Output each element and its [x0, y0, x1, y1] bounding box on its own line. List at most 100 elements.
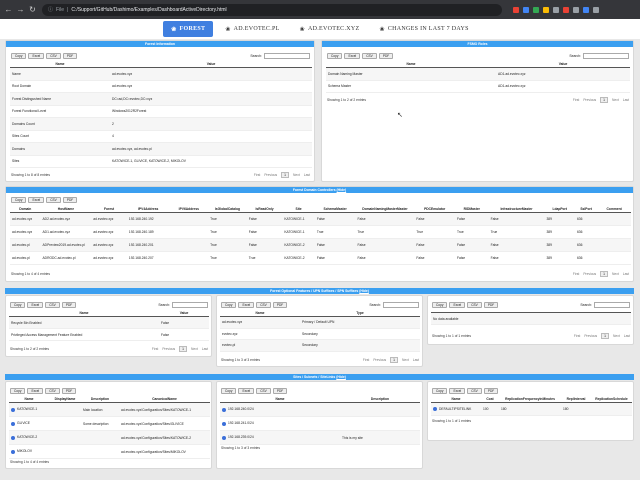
- copy-button[interactable]: Copy: [11, 197, 27, 203]
- csv-button[interactable]: CSV: [46, 197, 61, 203]
- next-page-button[interactable]: Next: [612, 98, 619, 102]
- excel-button[interactable]: Excel: [449, 388, 466, 394]
- csv-button[interactable]: CSV: [45, 388, 60, 394]
- excel-button[interactable]: Excel: [28, 197, 45, 203]
- tab-changes[interactable]: ❀ CHANGES IN LAST 7 DAYS: [372, 21, 477, 37]
- extension-icon[interactable]: [543, 6, 549, 13]
- address-bar[interactable]: ⓘ File | C:/Support/GitHub/Dashimo/Examp…: [42, 3, 502, 16]
- last-page-button[interactable]: Last: [623, 272, 629, 276]
- search-input[interactable]: [383, 302, 419, 308]
- first-page-button[interactable]: First: [573, 272, 579, 276]
- copy-button[interactable]: Copy: [10, 302, 26, 308]
- copy-button[interactable]: Copy: [327, 53, 343, 59]
- pdf-button[interactable]: PDF: [378, 53, 394, 59]
- copy-button[interactable]: Copy: [10, 388, 26, 394]
- copy-button[interactable]: Copy: [432, 302, 448, 308]
- forward-icon[interactable]: →: [16, 0, 25, 19]
- copy-button[interactable]: Copy: [11, 53, 27, 59]
- next-page-button[interactable]: Next: [191, 347, 198, 351]
- reload-icon[interactable]: ↻: [28, 0, 37, 19]
- excel-button[interactable]: Excel: [238, 388, 255, 394]
- excel-button[interactable]: Excel: [238, 302, 255, 308]
- expand-row-icon[interactable]: [11, 435, 15, 440]
- first-page-button[interactable]: First: [363, 358, 369, 362]
- menu-icon[interactable]: [593, 6, 599, 13]
- last-page-button[interactable]: Last: [413, 358, 419, 362]
- pdf-button[interactable]: PDF: [62, 53, 78, 59]
- back-icon[interactable]: ←: [4, 0, 13, 19]
- copy-button[interactable]: Copy: [221, 302, 237, 308]
- tab-ad-evotec-xyz[interactable]: ❀ AD.EVOTEC.XYZ: [292, 21, 368, 37]
- page-1-button[interactable]: 1: [390, 357, 398, 363]
- csv-button[interactable]: CSV: [467, 388, 482, 394]
- page-1-button[interactable]: 1: [281, 172, 289, 178]
- expand-row-icon[interactable]: [222, 421, 226, 426]
- next-page-button[interactable]: Next: [293, 173, 300, 177]
- extension-icon[interactable]: [513, 6, 519, 13]
- last-page-button[interactable]: Last: [202, 347, 208, 351]
- csv-button[interactable]: CSV: [256, 302, 271, 308]
- previous-page-button[interactable]: Previous: [264, 173, 277, 177]
- first-page-button[interactable]: First: [152, 347, 158, 351]
- extension-icon[interactable]: [563, 6, 569, 13]
- next-page-button[interactable]: Next: [402, 358, 409, 362]
- copy-button[interactable]: Copy: [221, 388, 237, 394]
- next-page-button[interactable]: Next: [612, 272, 619, 276]
- last-page-button[interactable]: Last: [304, 173, 310, 177]
- hide-link[interactable]: (Hide): [336, 375, 346, 379]
- search-input[interactable]: [583, 53, 629, 59]
- next-page-button[interactable]: Next: [613, 334, 620, 338]
- csv-button[interactable]: CSV: [362, 53, 377, 59]
- extension-icon[interactable]: [553, 6, 559, 13]
- excel-button[interactable]: Excel: [28, 53, 45, 59]
- first-page-button[interactable]: First: [574, 334, 580, 338]
- previous-page-button[interactable]: Previous: [583, 272, 596, 276]
- hide-link[interactable]: (Hide): [337, 188, 347, 192]
- expand-row-icon[interactable]: [11, 449, 15, 454]
- csv-button[interactable]: CSV: [256, 388, 271, 394]
- copy-button[interactable]: Copy: [432, 388, 448, 394]
- previous-page-button[interactable]: Previous: [584, 334, 597, 338]
- last-page-button[interactable]: Last: [624, 334, 630, 338]
- csv-button[interactable]: CSV: [467, 302, 482, 308]
- previous-page-button[interactable]: Previous: [373, 358, 386, 362]
- page-1-button[interactable]: 1: [179, 346, 187, 352]
- pdf-button[interactable]: PDF: [272, 302, 288, 308]
- table-info: Showing 1 to 2 of 2 entries: [327, 98, 367, 102]
- search-input[interactable]: [172, 302, 208, 308]
- previous-page-button[interactable]: Previous: [583, 98, 596, 102]
- pdf-button[interactable]: PDF: [61, 388, 77, 394]
- excel-button[interactable]: Excel: [449, 302, 466, 308]
- extension-icon[interactable]: [533, 6, 539, 13]
- page-1-button[interactable]: 1: [600, 271, 608, 277]
- expand-row-icon[interactable]: [222, 435, 226, 440]
- expand-row-icon[interactable]: [11, 421, 15, 426]
- expand-row-icon[interactable]: [433, 407, 437, 412]
- csv-button[interactable]: CSV: [45, 302, 60, 308]
- search-input[interactable]: [264, 53, 310, 59]
- first-page-button[interactable]: First: [573, 98, 579, 102]
- hide-link[interactable]: (Hide): [359, 289, 369, 293]
- csv-button[interactable]: CSV: [46, 53, 61, 59]
- extension-icon[interactable]: [583, 6, 589, 13]
- page-1-button[interactable]: 1: [601, 333, 609, 339]
- tab-ad-evotec-pl[interactable]: ❀ AD.EVOTEC.PL: [217, 21, 287, 37]
- excel-button[interactable]: Excel: [27, 388, 44, 394]
- search-input[interactable]: [594, 302, 630, 308]
- first-page-button[interactable]: First: [254, 173, 260, 177]
- excel-button[interactable]: Excel: [27, 302, 44, 308]
- pdf-button[interactable]: PDF: [483, 388, 499, 394]
- excel-button[interactable]: Excel: [344, 53, 361, 59]
- extension-icon[interactable]: [573, 6, 579, 13]
- expand-row-icon[interactable]: [11, 407, 15, 412]
- page-1-button[interactable]: 1: [600, 97, 608, 103]
- tab-forest[interactable]: ❀ FOREST: [163, 21, 214, 37]
- pdf-button[interactable]: PDF: [483, 302, 499, 308]
- last-page-button[interactable]: Last: [623, 98, 629, 102]
- pdf-button[interactable]: PDF: [62, 197, 78, 203]
- pdf-button[interactable]: PDF: [272, 388, 288, 394]
- extension-icon[interactable]: [523, 6, 529, 13]
- pdf-button[interactable]: PDF: [61, 302, 77, 308]
- expand-row-icon[interactable]: [222, 407, 226, 412]
- previous-page-button[interactable]: Previous: [162, 347, 175, 351]
